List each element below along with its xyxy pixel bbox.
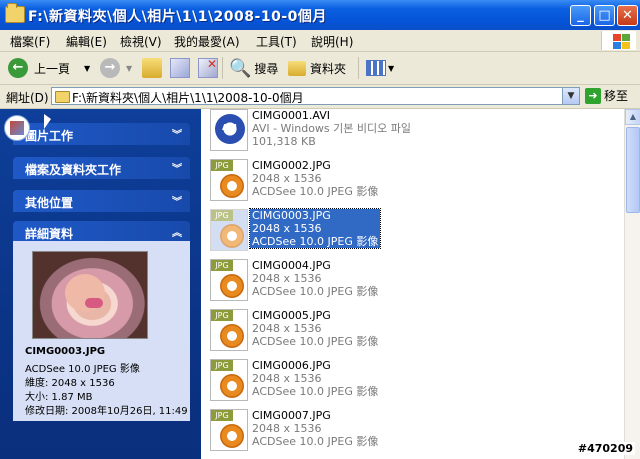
views-button[interactable]: ▼ xyxy=(366,56,394,80)
list-item[interactable]: JPG CIMG0007.JPG 2048 x 1536 ACDSee 10.0 J… xyxy=(206,409,506,457)
jpg-file-icon: JPG xyxy=(210,209,248,253)
section-other-places[interactable]: 其他位置 ︾ xyxy=(13,190,190,212)
menu-favorites[interactable]: 我的最愛(A) xyxy=(174,33,240,50)
watermark: #470209 xyxy=(575,442,635,455)
mouse-cursor xyxy=(44,114,51,129)
picture-tasks-icon xyxy=(4,115,30,141)
address-path: F:\新資料夾\個人\相片\1\1\2008-10-0個月 xyxy=(72,91,304,105)
list-item[interactable]: JPG CIMG0002.JPG 2048 x 1536 ACDSee 10.0 J… xyxy=(206,159,506,207)
section-details[interactable]: 詳細資料 ︽ xyxy=(13,221,190,243)
up-folder-icon xyxy=(142,58,162,78)
list-item-selected[interactable]: JPG CIMG0003.JPG 2048 x 1536 ACDSee 10.0 J… xyxy=(206,208,506,257)
title-bar[interactable]: F:\新資料夾\個人\相片\1\1\2008-10-0個月 _ □ ✕ xyxy=(0,0,640,30)
jpg-file-icon: JPG xyxy=(210,159,248,203)
views-icon xyxy=(366,60,386,76)
move-to-icon xyxy=(170,58,190,78)
details-type: ACDSee 10.0 JPEG 影像 xyxy=(25,364,140,375)
forward-button[interactable]: → ▼ xyxy=(100,56,132,80)
views-dropdown-icon: ▼ xyxy=(388,63,395,73)
back-button[interactable]: ← 上一頁 ▼ xyxy=(8,56,90,80)
folder-icon xyxy=(5,3,25,23)
windows-logo-icon xyxy=(601,31,636,50)
list-item[interactable]: AVI CIMG0001.AVI AVI - Windows 기본 비디오 파일 1… xyxy=(206,109,506,157)
menu-tools[interactable]: 工具(T) xyxy=(256,33,297,50)
menu-bar: 檔案(F) 編輯(E) 檢視(V) 我的最愛(A) 工具(T) 說明(H) xyxy=(0,30,640,52)
details-filename: CIMG0003.JPG xyxy=(25,346,106,357)
section-picture-tasks[interactable]: 圖片工作 ︾ xyxy=(13,123,190,145)
task-pane: 圖片工作 ︾ 檔案及資料夾工作 ︾ 其他位置 ︾ 詳細資料 ︽ CIMG0003… xyxy=(0,109,201,459)
menu-view[interactable]: 檢視(V) xyxy=(120,33,162,50)
section-label: 詳細資料 xyxy=(25,227,74,241)
search-icon: 🔍 xyxy=(229,57,252,79)
forward-arrow-icon: → xyxy=(100,58,120,78)
jpg-file-icon: JPG xyxy=(210,409,248,453)
move-to-button[interactable] xyxy=(170,56,190,80)
address-bar: 網址(D) F:\新資料夾\個人\相片\1\1\2008-10-0個月 ▼ ➜ … xyxy=(0,85,640,109)
list-item[interactable]: JPG CIMG0004.JPG 2048 x 1536 ACDSee 10.0 J… xyxy=(206,259,506,307)
back-label: 上一頁 xyxy=(34,61,71,76)
jpg-file-icon: JPG xyxy=(210,359,248,403)
minimize-button[interactable]: _ xyxy=(570,5,591,26)
forward-dropdown-icon[interactable]: ▼ xyxy=(126,64,132,73)
details-dimensions: 維度: 2048 x 1536 xyxy=(25,378,115,389)
jpg-file-icon: JPG xyxy=(210,259,248,303)
maximize-button[interactable]: □ xyxy=(594,5,615,26)
go-arrow-icon: ➜ xyxy=(585,87,601,104)
delete-icon: ✕ xyxy=(198,57,218,78)
chevron-down-icon[interactable]: ︾ xyxy=(172,193,182,208)
scroll-thumb[interactable] xyxy=(626,127,640,213)
address-label: 網址(D) xyxy=(6,91,49,105)
back-arrow-icon: ← xyxy=(8,58,28,78)
up-folder-button[interactable] xyxy=(142,56,162,80)
details-panel: CIMG0003.JPG ACDSee 10.0 JPEG 影像 維度: 204… xyxy=(13,241,190,421)
toolbar: ← 上一頁 ▼ → ▼ ✕ 🔍 搜尋 資料夾 ▼ xyxy=(0,52,640,85)
address-input[interactable]: F:\新資料夾\個人\相片\1\1\2008-10-0個月 ▼ xyxy=(51,87,580,105)
chevron-down-icon[interactable]: ︾ xyxy=(172,126,182,141)
file-list[interactable]: AVI CIMG0001.AVI AVI - Windows 기본 비디오 파일 1… xyxy=(202,109,623,459)
search-button[interactable]: 🔍 搜尋 xyxy=(229,56,278,80)
folders-button[interactable]: 資料夾 xyxy=(288,56,346,80)
jpg-file-icon: JPG xyxy=(210,309,248,353)
section-label: 其他位置 xyxy=(25,196,74,210)
go-button[interactable]: ➜ 移至 xyxy=(585,87,628,104)
section-label: 檔案及資料夾工作 xyxy=(25,163,122,177)
scroll-up-button[interactable]: ▲ xyxy=(625,109,640,125)
vertical-scrollbar[interactable]: ▲ xyxy=(624,109,640,459)
details-modified: 修改日期: 2008年10月26日, 11:49 xyxy=(25,406,188,417)
folders-label: 資料夾 xyxy=(310,61,347,76)
menu-file[interactable]: 檔案(F) xyxy=(10,33,50,50)
window-title: F:\新資料夾\個人\相片\1\1\2008-10-0個月 xyxy=(28,9,327,25)
close-button[interactable]: ✕ xyxy=(617,5,638,26)
chevron-up-icon[interactable]: ︽ xyxy=(172,224,182,239)
back-dropdown-icon[interactable]: ▼ xyxy=(84,64,90,73)
address-dropdown-button[interactable]: ▼ xyxy=(562,88,579,104)
go-label: 移至 xyxy=(604,89,629,103)
list-item[interactable]: JPG CIMG0006.JPG 2048 x 1536 ACDSee 10.0 J… xyxy=(206,359,506,407)
search-label: 搜尋 xyxy=(254,61,279,76)
menu-help[interactable]: 說明(H) xyxy=(311,33,353,50)
section-label: 圖片工作 xyxy=(25,129,74,143)
avi-file-icon: AVI xyxy=(210,109,248,153)
list-item[interactable]: JPG CIMG0005.JPG 2048 x 1536 ACDSee 10.0 J… xyxy=(206,309,506,357)
folder-icon xyxy=(55,91,70,103)
section-file-folder-tasks[interactable]: 檔案及資料夾工作 ︾ xyxy=(13,157,190,179)
folders-icon xyxy=(288,60,306,76)
chevron-down-icon[interactable]: ︾ xyxy=(172,160,182,175)
delete-button[interactable]: ✕ xyxy=(198,56,218,80)
details-size: 大小: 1.87 MB xyxy=(25,392,93,403)
menu-edit[interactable]: 編輯(E) xyxy=(66,33,107,50)
photo-thumbnail xyxy=(32,251,148,339)
